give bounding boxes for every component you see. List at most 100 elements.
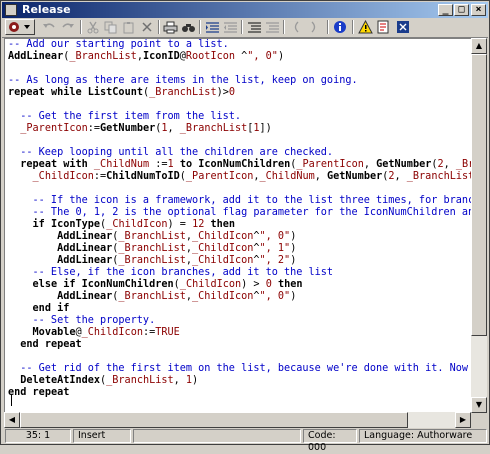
properties-icon	[397, 21, 409, 33]
toolbar-separator	[352, 20, 354, 34]
paste-button[interactable]	[120, 19, 138, 35]
code-line[interactable]: AddLinear(_BranchList,_ChildIcon^", 0")	[8, 291, 471, 303]
scroll-down-button[interactable]: ▼	[471, 397, 487, 413]
code-line[interactable]: -- As long as there are items in the lis…	[8, 75, 471, 87]
toolbar-separator	[283, 20, 285, 34]
copy-icon	[104, 21, 117, 33]
code-line[interactable]: ​	[8, 135, 471, 147]
uncomment-icon	[265, 22, 279, 33]
code-line[interactable]: AddLinear(_BranchList,_ChildIcon^", 0")	[8, 231, 471, 243]
find-button[interactable]	[179, 19, 197, 35]
window-title: Release	[22, 3, 71, 16]
outdent-icon	[223, 22, 237, 33]
delete-button[interactable]	[138, 19, 156, 35]
outdent-button[interactable]	[221, 19, 239, 35]
code-line[interactable]: -- Get the first item from the list.	[8, 111, 471, 123]
cut-button[interactable]	[84, 19, 102, 35]
undo-icon	[43, 23, 55, 28]
delete-icon	[142, 22, 152, 32]
horizontal-scroll-thumb[interactable]	[20, 412, 408, 428]
text-cursor	[11, 395, 12, 406]
code-line[interactable]: ​	[8, 399, 471, 411]
code-line[interactable]: AddLinear(_BranchList,IconID@RootIcon ^"…	[8, 51, 471, 63]
copy-button[interactable]	[102, 19, 120, 35]
toolbar-separator	[327, 20, 329, 34]
indent-icon	[205, 22, 219, 33]
toolbar	[2, 19, 488, 38]
code-line[interactable]: -- Get rid of the first item on the list…	[8, 363, 471, 375]
vertical-scroll-thumb[interactable]	[471, 54, 487, 336]
toolbar-separator	[158, 20, 160, 34]
code-line[interactable]: _ParentIcon:=GetNumber(1, _BranchList[1]…	[8, 123, 471, 135]
code-line[interactable]: ​	[8, 63, 471, 75]
warning-button[interactable]	[356, 19, 374, 35]
bracket-close-icon	[311, 21, 316, 33]
indent-button[interactable]	[203, 19, 221, 35]
info-icon	[334, 21, 346, 33]
app-icon	[5, 4, 17, 16]
toolbar-separator	[199, 20, 201, 34]
code-line[interactable]: -- Else, if the icon branches, add it to…	[8, 267, 471, 279]
bracket-open-button[interactable]	[287, 19, 305, 35]
code-line[interactable]: repeat while ListCount(_BranchList)>0	[8, 87, 471, 99]
horizontal-scrollbar[interactable]: ◀ ▶	[4, 412, 471, 428]
cut-icon	[87, 21, 99, 33]
code-line[interactable]: ​	[8, 99, 471, 111]
code-area[interactable]: -- Add our starting point to a list. AddL…	[8, 39, 471, 411]
code-line[interactable]: AddLinear(_BranchList,_ChildIcon^", 1")	[8, 243, 471, 255]
code-line[interactable]: end repeat	[8, 387, 471, 399]
code-line[interactable]: DeleteAtIndex(_BranchList, 1)	[8, 375, 471, 387]
edit-mode: Insert	[73, 429, 131, 443]
code-line[interactable]: -- Set the property.	[8, 315, 471, 327]
code-line[interactable]: Movable@_ChildIcon:=TRUE	[8, 327, 471, 339]
code-line[interactable]: repeat with _ChildNum :=1 to IconNumChil…	[8, 159, 471, 171]
code-line[interactable]: ​	[8, 183, 471, 195]
uncomment-button[interactable]	[263, 19, 281, 35]
code-line[interactable]: -- Add our starting point to a list.	[8, 39, 471, 51]
code-line[interactable]: else if IconNumChildren(_ChildIcon) > 0 …	[8, 279, 471, 291]
code-line[interactable]: _ChildIcon:=ChildNumToID(_ParentIcon,_Ch…	[8, 171, 471, 183]
code-line[interactable]: end if	[8, 303, 471, 315]
properties-button[interactable]	[394, 19, 412, 35]
maximize-button[interactable]: □	[454, 4, 469, 16]
code-line[interactable]: ​	[8, 351, 471, 363]
comment-icon	[247, 22, 261, 33]
paste-icon	[123, 21, 134, 33]
cursor-position: 35: 1	[5, 429, 71, 443]
status-message	[133, 429, 301, 443]
info-button[interactable]	[331, 19, 349, 35]
code-line[interactable]: -- The 0, 1, 2 is the optional flag para…	[8, 207, 471, 219]
code-line[interactable]: if IconType(_ChildIcon) = 12 then	[8, 219, 471, 231]
minimize-button[interactable]: _	[438, 4, 453, 16]
warning-icon	[357, 20, 373, 34]
scroll-right-button[interactable]: ▶	[455, 412, 471, 428]
script-dropdown-icon	[9, 22, 30, 32]
release-window: Release _ □ × -- Add our starting point …	[0, 0, 490, 453]
code-line[interactable]: end repeat	[8, 339, 471, 351]
close-button[interactable]: ×	[471, 4, 486, 16]
undo-button[interactable]	[40, 19, 58, 35]
vertical-scrollbar[interactable]: ▲ ▼	[471, 38, 487, 413]
code-line[interactable]: -- If the icon is a framework, add it to…	[8, 195, 471, 207]
scroll-left-button[interactable]: ◀	[4, 412, 20, 428]
print-button[interactable]	[161, 19, 179, 35]
code-line[interactable]: AddLinear(_BranchList,_ChildIcon^", 2")	[8, 255, 471, 267]
scroll-up-button[interactable]: ▲	[471, 38, 487, 54]
title-bar[interactable]: Release _ □ ×	[2, 2, 488, 18]
script-editor[interactable]: -- Add our starting point to a list. AddL…	[4, 38, 472, 413]
code-indicator: Code: 000	[303, 429, 357, 453]
redo-icon	[62, 23, 74, 28]
comment-button[interactable]	[245, 19, 263, 35]
code-line[interactable]: -- Keep looping until all the children a…	[8, 147, 471, 159]
bracket-open-icon	[294, 21, 299, 33]
script-button[interactable]	[374, 19, 392, 35]
toolbar-separator	[241, 20, 243, 34]
script-icon	[377, 20, 389, 34]
redo-button[interactable]	[59, 19, 77, 35]
toolbar-menu-button[interactable]	[5, 19, 35, 35]
print-icon	[163, 21, 177, 33]
bracket-close-button[interactable]	[305, 19, 323, 35]
language-indicator: Language: Authorware	[359, 429, 487, 443]
find-icon	[181, 23, 195, 32]
status-bar: 35: 1 Insert Code: 000 Language: Authorw…	[2, 428, 488, 453]
